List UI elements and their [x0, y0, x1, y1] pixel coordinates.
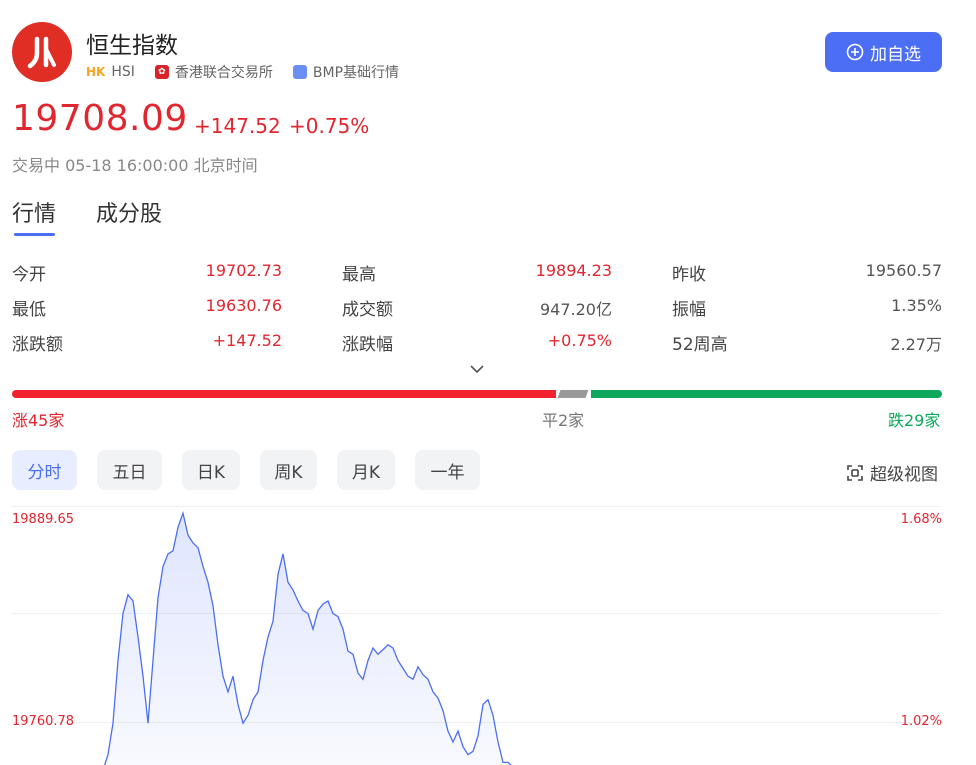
logo-mark-icon — [27, 36, 56, 69]
stat-label-52w-high: 52周高 — [672, 335, 728, 355]
decliners-count: 跌29家 — [888, 411, 941, 430]
advancers-bar — [12, 390, 556, 398]
plus-circle-icon — [846, 43, 864, 61]
super-view-label: 超级视图 — [870, 465, 938, 485]
period-tab-intraday[interactable]: 分时 — [12, 450, 77, 490]
stat-label-amplitude: 振幅 — [672, 300, 706, 320]
unchanged-count: 平2家 — [542, 411, 585, 430]
y-tick-left-low: 19760.78 — [12, 714, 75, 729]
stat-value-change-pct: +0.75% — [547, 331, 612, 350]
trading-status: 交易中 05-18 16:00:00 北京时间 — [12, 156, 258, 175]
tab-constituents[interactable]: 成分股 — [96, 196, 162, 228]
index-meta: HK HSI ✿ 香港联合交易所 BMP基础行情 — [86, 62, 399, 82]
bmp-icon — [292, 65, 307, 79]
stat-value-turnover: 947.20亿 — [540, 300, 612, 319]
stat-value-prev-close: 19560.57 — [865, 261, 942, 280]
stat-label-change: 涨跌额 — [12, 335, 63, 355]
index-code: HSI — [111, 64, 135, 80]
exchange-name: 香港联合交易所 — [174, 65, 273, 81]
tab-quote[interactable]: 行情 — [12, 196, 56, 228]
period-tab-5day[interactable]: 五日 — [97, 450, 162, 490]
y-tick-right-top: 1.68% — [900, 512, 942, 527]
add-watchlist-label: 加自选 — [870, 44, 921, 65]
hk-flag-icon: ✿ — [154, 65, 169, 79]
stat-label-turnover: 成交额 — [342, 300, 393, 320]
market-tag: HK — [86, 65, 106, 79]
stat-value-high: 19894.23 — [535, 261, 612, 280]
price-change-pct: +0.75% — [289, 114, 370, 138]
decliners-bar — [591, 390, 942, 398]
stat-label-prev-close: 昨收 — [672, 265, 706, 285]
price-area — [88, 513, 513, 765]
expand-icon — [847, 464, 863, 481]
unchanged-bar — [557, 390, 589, 398]
y-tick-left-top: 19889.65 — [12, 512, 75, 527]
period-tab-monthly-k[interactable]: 月K — [337, 450, 395, 490]
data-source: BMP基础行情 — [312, 65, 400, 81]
stat-label-low: 最低 — [12, 300, 46, 320]
chevron-down-icon[interactable] — [468, 362, 486, 376]
price-change: +147.52 — [194, 114, 281, 138]
stat-value-change: +147.52 — [212, 331, 282, 350]
intraday-chart[interactable] — [0, 505, 976, 765]
super-view-button[interactable]: 超级视图 — [846, 460, 938, 485]
period-tab-daily-k[interactable]: 日K — [182, 450, 240, 490]
advancers-count: 涨45家 — [12, 411, 65, 430]
stat-label-open: 今开 — [12, 265, 46, 285]
index-title: 恒生指数 — [86, 33, 178, 59]
active-tab-indicator — [14, 233, 55, 236]
stat-value-low: 19630.76 — [205, 296, 282, 315]
add-watchlist-button[interactable]: 加自选 — [825, 32, 942, 72]
period-tab-1year[interactable]: 一年 — [415, 450, 480, 490]
stat-value-52w-high: 2.27万 — [890, 335, 942, 354]
stat-value-amplitude: 1.35% — [891, 296, 942, 315]
period-tab-weekly-k[interactable]: 周K — [260, 450, 317, 490]
current-price: 19708.09 — [12, 98, 188, 139]
stat-label-change-pct: 涨跌幅 — [342, 335, 393, 355]
y-tick-right-low: 1.02% — [900, 714, 942, 729]
hsi-logo — [12, 22, 72, 82]
stat-value-open: 19702.73 — [205, 261, 282, 280]
stat-label-high: 最高 — [342, 265, 376, 285]
